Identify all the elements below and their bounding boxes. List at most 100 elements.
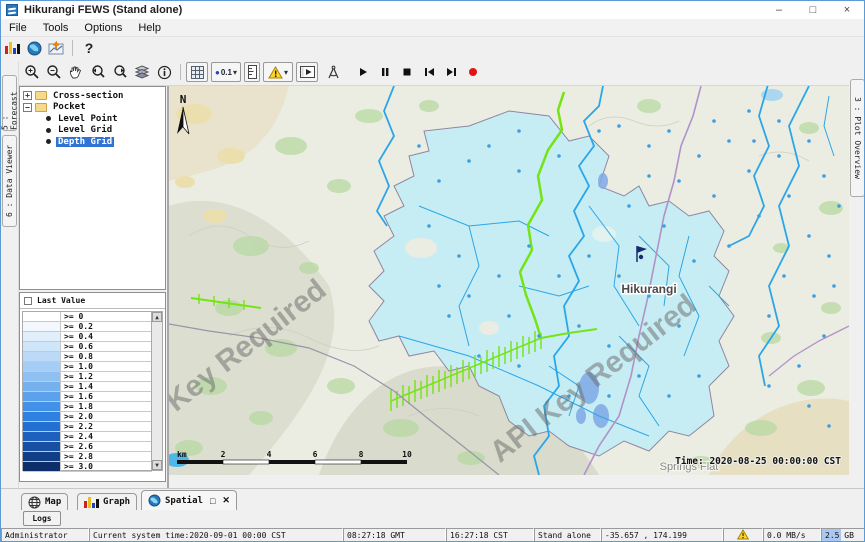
status-memory: 2.5 GB [821, 528, 865, 542]
expand-icon[interactable]: + [23, 91, 32, 100]
title-bar: Hikurangi FEWS (Stand alone) – □ × [1, 1, 864, 19]
record-button[interactable] [462, 62, 484, 82]
legend-header: Last Value [20, 293, 165, 309]
play-button[interactable] [352, 62, 374, 82]
pause-button[interactable] [374, 62, 396, 82]
panel-close-icon[interactable]: ✕ [222, 495, 230, 506]
town-label: Hikurangi [621, 282, 676, 296]
warnings-dropdown[interactable]: ▾ [263, 62, 293, 82]
svg-text:km: km [177, 450, 187, 459]
svg-text:6: 6 [313, 450, 318, 459]
logs-button[interactable]: Logs [23, 511, 61, 526]
spatial-display-icon[interactable] [45, 38, 67, 58]
svg-text:8: 8 [359, 450, 364, 459]
left-tab-strip: 5 : Forecast 6 : Data Viewer [1, 61, 19, 488]
node-bullet-icon [46, 128, 51, 133]
app-logo-icon [6, 4, 18, 16]
legend-row[interactable]: >= 2.8 [23, 452, 152, 462]
scale-ruler-button[interactable] [244, 62, 260, 82]
tree-item-level-grid[interactable]: Level Grid [20, 125, 165, 137]
menu-options[interactable]: Options [76, 22, 130, 34]
close-button[interactable]: × [830, 2, 864, 19]
info-icon[interactable] [153, 62, 175, 82]
scroll-down-icon[interactable]: ▼ [152, 460, 162, 470]
tab-spatial[interactable]: Spatial □ ✕ [141, 490, 237, 510]
skip-to-end-button[interactable] [440, 62, 462, 82]
svg-text:4: 4 [267, 450, 272, 459]
legend-row[interactable]: >= 1.0 [23, 362, 152, 372]
menu-file[interactable]: File [1, 22, 35, 34]
minimize-button[interactable]: – [762, 2, 796, 19]
tree-item-pocket[interactable]: − Pocket [20, 102, 165, 114]
legend-row[interactable]: >= 1.2 [23, 372, 152, 382]
explorer-charts-icon[interactable] [1, 38, 23, 58]
status-transfer-rate: 0.0 MB/s [763, 528, 821, 542]
status-system-time: Current system time:2020-09-01 00:00 CST [89, 528, 343, 542]
legend-panel: Last Value >= 0 >= 0.2 >= 0.4 >= 0.6 >= … [19, 292, 166, 482]
legend-row[interactable]: >= 0.2 [23, 322, 152, 332]
legend-row[interactable]: >= 2.4 [23, 432, 152, 442]
legend-scrollbar[interactable]: ▲ ▼ [151, 311, 163, 471]
scroll-up-icon[interactable]: ▲ [152, 312, 162, 322]
legend-row[interactable]: >= 0.6 [23, 342, 152, 352]
measure-distance-icon[interactable] [322, 62, 344, 82]
status-user: Administrator [1, 528, 89, 542]
zoom-previous-icon[interactable] [87, 62, 109, 82]
legend-row[interactable]: >= 0.4 [23, 332, 152, 342]
panel-restore-icon[interactable]: □ [210, 496, 215, 506]
svg-text:2: 2 [221, 450, 226, 459]
maximize-button[interactable]: □ [796, 2, 830, 19]
folder-icon [35, 103, 47, 112]
legend-row[interactable]: >= 2.2 [23, 422, 152, 432]
legend-row[interactable]: >= 1.6 [23, 392, 152, 402]
map-view[interactable]: API Key Required API Key Required Hikura… [169, 86, 849, 475]
status-warning-cell[interactable] [723, 528, 763, 542]
map-time-label: Time: 2020-08-25 00:00:00 CST [675, 456, 841, 467]
status-gmt-time: 08:27:18 GMT [343, 528, 446, 542]
svg-text:10: 10 [402, 450, 412, 459]
layers-icon[interactable] [131, 62, 153, 82]
status-mode: Stand alone [534, 528, 601, 542]
menu-tools[interactable]: Tools [35, 22, 77, 34]
legend-row[interactable]: >= 2.0 [23, 412, 152, 422]
legend-list: >= 0 >= 0.2 >= 0.4 >= 0.6 >= 0.8 >= 1.0 … [22, 311, 153, 471]
zoom-next-icon[interactable] [109, 62, 131, 82]
wire-globe-icon [28, 496, 41, 509]
legend-row[interactable]: >= 0.8 [23, 352, 152, 362]
tree-item-depth-grid[interactable]: Depth Grid [20, 136, 165, 148]
zoom-out-icon[interactable] [43, 62, 65, 82]
tree-item-level-point[interactable]: Level Point [20, 113, 165, 125]
tab-data-viewer[interactable]: 6 : Data Viewer [2, 135, 17, 227]
legend-row[interactable]: >= 0 [23, 312, 152, 322]
tab-graph[interactable]: Graph [77, 493, 137, 510]
menu-help[interactable]: Help [130, 22, 169, 34]
warning-icon [737, 529, 749, 540]
window-title: Hikurangi FEWS (Stand alone) [24, 4, 182, 16]
tab-forecast[interactable]: 5 : Forecast [2, 75, 17, 131]
collapse-icon[interactable]: − [23, 103, 32, 112]
map-canvas[interactable]: API Key Required API Key Required Hikura… [169, 86, 849, 475]
toolbar-separator [180, 64, 181, 80]
skip-to-start-button[interactable] [418, 62, 440, 82]
status-local-time: 16:27:18 CST [446, 528, 534, 542]
point-size-dropdown[interactable]: ●0.1▾ [211, 62, 241, 82]
grid-display-button[interactable] [186, 62, 208, 82]
tree-item-cross-section[interactable]: + Cross-section [20, 90, 165, 102]
chevron-down-icon: ▾ [284, 68, 288, 77]
point-dot-icon: ● [215, 68, 220, 77]
stop-button[interactable] [396, 62, 418, 82]
last-value-checkbox[interactable] [24, 297, 32, 305]
legend-row[interactable]: >= 2.6 [23, 442, 152, 452]
legend-row[interactable]: >= 3.0 [23, 462, 152, 472]
pan-hand-icon[interactable] [65, 62, 87, 82]
globe-icon[interactable] [23, 38, 45, 58]
chevron-down-icon: ▾ [233, 68, 237, 77]
legend-row[interactable]: >= 1.4 [23, 382, 152, 392]
animation-button[interactable] [296, 62, 318, 82]
legend-row[interactable]: >= 1.8 [23, 402, 152, 412]
tab-map[interactable]: Map [21, 493, 68, 510]
status-coordinates: -35.657 , 174.199 [601, 528, 723, 542]
tab-plot-overview[interactable]: 3 : Plot Overview [850, 79, 865, 197]
zoom-in-icon[interactable] [21, 62, 43, 82]
help-button[interactable]: ? [78, 38, 100, 58]
